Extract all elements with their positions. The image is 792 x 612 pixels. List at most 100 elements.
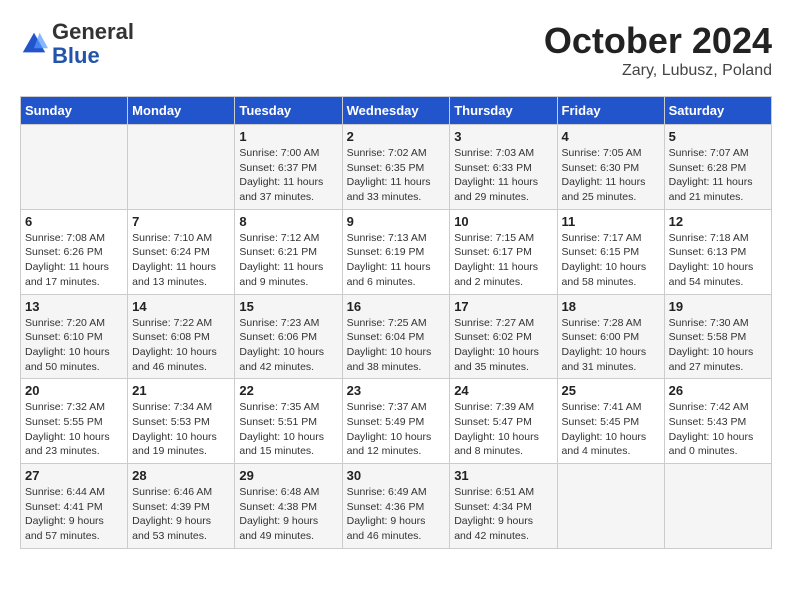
calendar-cell: 21 Sunrise: 7:34 AM Sunset: 5:53 PM Dayli… [128,379,235,464]
day-detail: Sunrise: 6:46 AM Sunset: 4:39 PM Dayligh… [132,485,230,544]
day-detail: Sunrise: 7:08 AM Sunset: 6:26 PM Dayligh… [25,231,123,290]
calendar-cell: 15 Sunrise: 7:23 AM Sunset: 6:06 PM Dayli… [235,294,342,379]
weekday-header-wednesday: Wednesday [342,97,450,125]
title-block: October 2024 Zary, Lubusz, Poland [544,20,772,80]
calendar-cell: 3Sunrise: 7:03 AM Sunset: 6:33 PM Daylig… [450,125,557,210]
calendar-cell: 12 Sunrise: 7:18 AM Sunset: 6:13 PM Dayli… [664,209,771,294]
day-detail: Sunrise: 7:34 AM Sunset: 5:53 PM Dayligh… [132,400,230,459]
calendar-cell: 20Sunrise: 7:32 AM Sunset: 5:55 PM Dayli… [21,379,128,464]
calendar-cell: 31 Sunrise: 6:51 AM Sunset: 4:34 PM Dayli… [450,464,557,549]
weekday-header-tuesday: Tuesday [235,97,342,125]
page-header: General Blue October 2024 Zary, Lubusz, … [20,20,772,80]
day-detail: Sunrise: 7:18 AM Sunset: 6:13 PM Dayligh… [669,231,767,290]
day-detail: Sunrise: 7:17 AM Sunset: 6:15 PM Dayligh… [562,231,660,290]
day-number: 13 [25,299,123,314]
day-number: 22 [239,383,337,398]
calendar-cell: 14 Sunrise: 7:22 AM Sunset: 6:08 PM Dayli… [128,294,235,379]
day-number: 17 [454,299,552,314]
day-number: 12 [669,214,767,229]
day-number: 25 [562,383,660,398]
day-number: 29 [239,468,337,483]
calendar-cell: 1Sunrise: 7:00 AM Sunset: 6:37 PM Daylig… [235,125,342,210]
weekday-header-row: SundayMondayTuesdayWednesdayThursdayFrid… [21,97,772,125]
day-detail: Sunrise: 7:22 AM Sunset: 6:08 PM Dayligh… [132,316,230,375]
day-detail: Sunrise: 7:07 AM Sunset: 6:28 PM Dayligh… [669,146,767,205]
calendar-cell: 13Sunrise: 7:20 AM Sunset: 6:10 PM Dayli… [21,294,128,379]
calendar-cell [21,125,128,210]
calendar-table: SundayMondayTuesdayWednesdayThursdayFrid… [20,96,772,549]
day-detail: Sunrise: 7:25 AM Sunset: 6:04 PM Dayligh… [347,316,446,375]
day-detail: Sunrise: 7:28 AM Sunset: 6:00 PM Dayligh… [562,316,660,375]
day-detail: Sunrise: 6:49 AM Sunset: 4:36 PM Dayligh… [347,485,446,544]
calendar-cell: 10 Sunrise: 7:15 AM Sunset: 6:17 PM Dayli… [450,209,557,294]
day-number: 2 [347,129,446,144]
calendar-cell [557,464,664,549]
calendar-cell: 30 Sunrise: 6:49 AM Sunset: 4:36 PM Dayli… [342,464,450,549]
logo-blue: Blue [52,44,134,68]
day-number: 19 [669,299,767,314]
day-detail: Sunrise: 6:51 AM Sunset: 4:34 PM Dayligh… [454,485,552,544]
calendar-cell [128,125,235,210]
day-detail: Sunrise: 6:44 AM Sunset: 4:41 PM Dayligh… [25,485,123,544]
day-number: 24 [454,383,552,398]
day-detail: Sunrise: 7:13 AM Sunset: 6:19 PM Dayligh… [347,231,446,290]
calendar-cell: 22 Sunrise: 7:35 AM Sunset: 5:51 PM Dayli… [235,379,342,464]
calendar-cell: 9 Sunrise: 7:13 AM Sunset: 6:19 PM Daylig… [342,209,450,294]
day-number: 27 [25,468,123,483]
calendar-cell [664,464,771,549]
day-detail: Sunrise: 7:37 AM Sunset: 5:49 PM Dayligh… [347,400,446,459]
day-number: 1 [239,129,337,144]
day-detail: Sunrise: 7:23 AM Sunset: 6:06 PM Dayligh… [239,316,337,375]
day-number: 23 [347,383,446,398]
day-number: 26 [669,383,767,398]
calendar-cell: 6 Sunrise: 7:08 AM Sunset: 6:26 PM Daylig… [21,209,128,294]
calendar-cell: 19Sunrise: 7:30 AM Sunset: 5:58 PM Dayli… [664,294,771,379]
day-detail: Sunrise: 7:32 AM Sunset: 5:55 PM Dayligh… [25,400,123,459]
calendar-cell: 28Sunrise: 6:46 AM Sunset: 4:39 PM Dayli… [128,464,235,549]
calendar-cell: 7 Sunrise: 7:10 AM Sunset: 6:24 PM Daylig… [128,209,235,294]
weekday-header-saturday: Saturday [664,97,771,125]
logo: General Blue [20,20,134,68]
day-number: 21 [132,383,230,398]
day-number: 6 [25,214,123,229]
day-detail: Sunrise: 6:48 AM Sunset: 4:38 PM Dayligh… [239,485,337,544]
calendar-cell: 16 Sunrise: 7:25 AM Sunset: 6:04 PM Dayli… [342,294,450,379]
day-number: 4 [562,129,660,144]
day-detail: Sunrise: 7:10 AM Sunset: 6:24 PM Dayligh… [132,231,230,290]
weekday-header-sunday: Sunday [21,97,128,125]
week-row-1: 1Sunrise: 7:00 AM Sunset: 6:37 PM Daylig… [21,125,772,210]
week-row-2: 6 Sunrise: 7:08 AM Sunset: 6:26 PM Daylig… [21,209,772,294]
calendar-cell: 29 Sunrise: 6:48 AM Sunset: 4:38 PM Dayli… [235,464,342,549]
calendar-cell: 5Sunrise: 7:07 AM Sunset: 6:28 PM Daylig… [664,125,771,210]
logo-icon [20,30,48,58]
calendar-cell: 2 Sunrise: 7:02 AM Sunset: 6:35 PM Daylig… [342,125,450,210]
day-number: 7 [132,214,230,229]
weekday-header-thursday: Thursday [450,97,557,125]
day-detail: Sunrise: 7:15 AM Sunset: 6:17 PM Dayligh… [454,231,552,290]
calendar-cell: 18 Sunrise: 7:28 AM Sunset: 6:00 PM Dayli… [557,294,664,379]
day-number: 10 [454,214,552,229]
day-number: 9 [347,214,446,229]
calendar-cell: 23 Sunrise: 7:37 AM Sunset: 5:49 PM Dayli… [342,379,450,464]
week-row-3: 13Sunrise: 7:20 AM Sunset: 6:10 PM Dayli… [21,294,772,379]
calendar-cell: 27 Sunrise: 6:44 AM Sunset: 4:41 PM Dayli… [21,464,128,549]
day-detail: Sunrise: 7:05 AM Sunset: 6:30 PM Dayligh… [562,146,660,205]
day-number: 14 [132,299,230,314]
day-number: 8 [239,214,337,229]
day-number: 18 [562,299,660,314]
day-number: 30 [347,468,446,483]
day-detail: Sunrise: 7:12 AM Sunset: 6:21 PM Dayligh… [239,231,337,290]
day-detail: Sunrise: 7:02 AM Sunset: 6:35 PM Dayligh… [347,146,446,205]
day-number: 31 [454,468,552,483]
day-detail: Sunrise: 7:35 AM Sunset: 5:51 PM Dayligh… [239,400,337,459]
calendar-cell: 4 Sunrise: 7:05 AM Sunset: 6:30 PM Daylig… [557,125,664,210]
logo-text: General Blue [52,20,134,68]
day-detail: Sunrise: 7:27 AM Sunset: 6:02 PM Dayligh… [454,316,552,375]
day-number: 11 [562,214,660,229]
day-number: 15 [239,299,337,314]
location: Zary, Lubusz, Poland [544,62,772,80]
day-detail: Sunrise: 7:41 AM Sunset: 5:45 PM Dayligh… [562,400,660,459]
day-number: 16 [347,299,446,314]
week-row-4: 20Sunrise: 7:32 AM Sunset: 5:55 PM Dayli… [21,379,772,464]
calendar-cell: 8 Sunrise: 7:12 AM Sunset: 6:21 PM Daylig… [235,209,342,294]
